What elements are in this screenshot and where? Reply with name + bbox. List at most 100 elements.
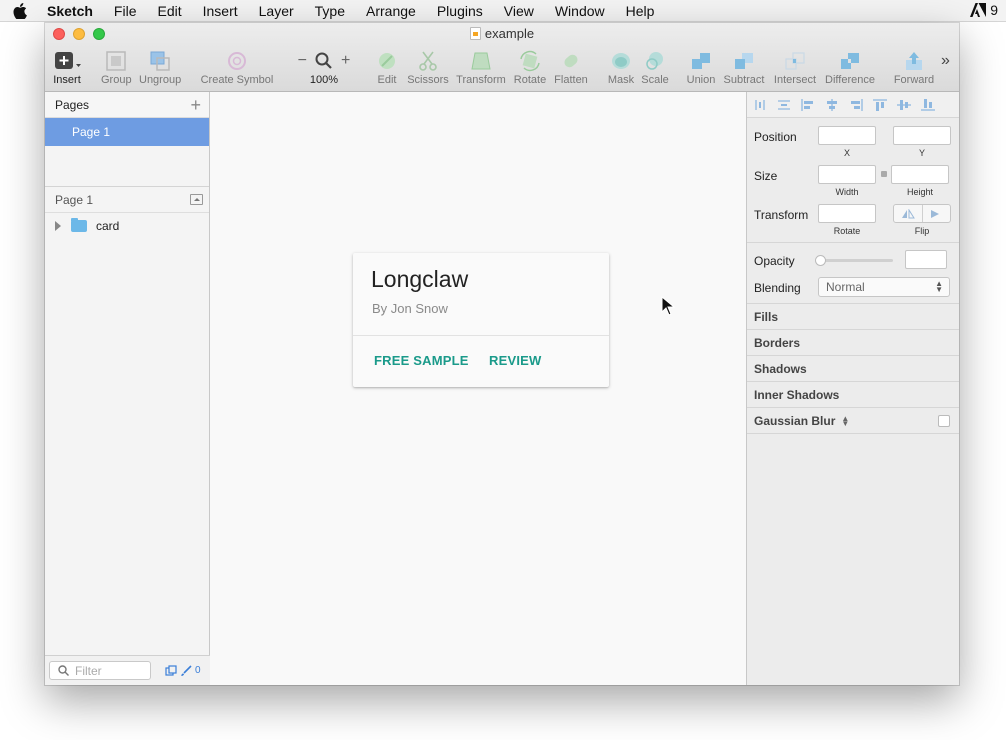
toolbar-overflow-icon[interactable]: » xyxy=(941,52,950,70)
status-count: 9 xyxy=(990,2,998,18)
zoom-level: 100% xyxy=(309,74,339,86)
distribute-vertical-icon[interactable] xyxy=(777,99,791,111)
intersect-button[interactable]: Intersect xyxy=(773,50,817,86)
borders-section[interactable]: Borders xyxy=(747,330,959,356)
collapse-layers-icon[interactable] xyxy=(190,194,203,205)
scissors-icon xyxy=(406,50,450,72)
inner-shadows-section[interactable]: Inner Shadows xyxy=(747,382,959,408)
height-label: Height xyxy=(906,187,933,197)
transform-label: Transform xyxy=(754,208,809,222)
rotate-field[interactable] xyxy=(818,204,876,223)
blending-select[interactable]: Normal ▲ ▼ xyxy=(818,277,950,297)
align-middle-icon[interactable] xyxy=(897,99,911,111)
layer-label: card xyxy=(96,219,120,233)
edit-button[interactable]: Edit xyxy=(374,50,400,86)
ungroup-button[interactable]: Ungroup xyxy=(139,50,181,86)
free-sample-button[interactable]: FREE SAMPLE xyxy=(374,353,469,368)
width-field[interactable] xyxy=(818,165,876,184)
filter-input[interactable]: Filter xyxy=(49,661,151,680)
edit-label: Edit xyxy=(377,74,397,86)
gaussian-blur-checkbox[interactable] xyxy=(938,415,950,427)
size-label: Size xyxy=(754,169,778,183)
page-item-page-1[interactable]: Page 1 xyxy=(45,118,209,146)
align-bottom-icon[interactable] xyxy=(921,98,935,111)
adobe-icon[interactable] xyxy=(970,3,987,17)
layers-footer: Filter 0 xyxy=(45,655,210,685)
apple-logo-icon[interactable] xyxy=(13,2,31,19)
menu-window[interactable]: Window xyxy=(555,3,605,19)
flip-vertical-icon[interactable] xyxy=(921,205,951,222)
align-left-icon[interactable] xyxy=(801,98,815,111)
add-page-icon[interactable]: + xyxy=(190,96,201,114)
menu-insert[interactable]: Insert xyxy=(203,3,238,19)
menu-arrange[interactable]: Arrange xyxy=(366,3,416,19)
menu-help[interactable]: Help xyxy=(626,3,655,19)
menu-view[interactable]: View xyxy=(504,3,534,19)
sketch-window: example Insert Group Ungroup Create Symb… xyxy=(45,23,959,685)
subtract-button[interactable]: Subtract xyxy=(722,50,766,86)
align-center-icon[interactable] xyxy=(825,98,839,111)
zoom-magnifier-icon[interactable] xyxy=(315,52,333,70)
menu-plugins[interactable]: Plugins xyxy=(437,3,483,19)
insert-plus-icon xyxy=(52,50,82,72)
title-toolbar: example Insert Group Ungroup Create Symb… xyxy=(45,23,959,92)
align-top-icon[interactable] xyxy=(873,98,887,111)
menu-type[interactable]: Type xyxy=(315,3,345,19)
lock-icon[interactable] xyxy=(881,171,887,177)
zoom-out-icon[interactable]: − xyxy=(298,52,307,70)
menu-edit[interactable]: Edit xyxy=(157,3,181,19)
opacity-field[interactable] xyxy=(905,250,947,269)
transform-icon xyxy=(455,50,507,72)
distribute-horizontal-icon[interactable] xyxy=(753,99,767,111)
menu-app-sketch[interactable]: Sketch xyxy=(47,3,93,19)
height-field[interactable] xyxy=(891,165,949,184)
layer-row-card[interactable]: card xyxy=(45,213,209,239)
size-row: Size Width Height xyxy=(754,165,951,197)
intersect-label: Intersect xyxy=(773,74,817,86)
artboard-canvas[interactable]: Longclaw By Jon Snow FREE SAMPLE REVIEW xyxy=(210,92,747,685)
mask-button[interactable]: Mask xyxy=(606,50,636,86)
transform-row: Transform Rotate Flip xyxy=(754,204,951,236)
forward-button[interactable]: Forward xyxy=(893,50,935,86)
scissors-button[interactable]: Scissors xyxy=(406,50,450,86)
scale-label: Scale xyxy=(641,74,669,86)
transform-button[interactable]: Transform xyxy=(455,50,507,86)
zoom-in-icon[interactable]: + xyxy=(341,52,350,70)
insert-button[interactable]: Insert xyxy=(52,50,82,86)
position-row: Position X Y xyxy=(754,126,951,158)
align-right-icon[interactable] xyxy=(849,98,863,111)
filter-placeholder: Filter xyxy=(75,663,102,678)
gaussian-blur-section[interactable]: Gaussian Blur ▲ ▼ xyxy=(747,408,959,434)
group-button[interactable]: Group xyxy=(101,50,132,86)
card[interactable]: Longclaw By Jon Snow FREE SAMPLE REVIEW xyxy=(353,253,609,387)
position-x-field[interactable] xyxy=(818,126,876,145)
flatten-icon xyxy=(552,50,590,72)
symbol-icon xyxy=(200,50,274,72)
symbols-filter-icon[interactable] xyxy=(165,664,177,677)
union-button[interactable]: Union xyxy=(686,50,716,86)
position-y-label: Y xyxy=(918,148,925,158)
blur-type-chevron-icon[interactable]: ▲ ▼ xyxy=(841,414,849,427)
rotate-button[interactable]: Rotate xyxy=(512,50,548,86)
opacity-slider-knob[interactable] xyxy=(815,255,826,266)
geometry-section: Position X Y Size Width Height Transform… xyxy=(747,118,959,243)
rotate-icon xyxy=(512,50,548,72)
brush-filter-icon[interactable] xyxy=(180,664,192,677)
opacity-slider[interactable] xyxy=(815,255,893,266)
flip-horizontal-icon[interactable] xyxy=(894,205,922,222)
flatten-button[interactable]: Flatten xyxy=(552,50,590,86)
disclosure-triangle-icon[interactable] xyxy=(55,221,61,231)
union-icon xyxy=(686,50,716,72)
shadows-section[interactable]: Shadows xyxy=(747,356,959,382)
review-button[interactable]: REVIEW xyxy=(489,353,541,368)
fills-section[interactable]: Fills xyxy=(747,304,959,330)
position-y-field[interactable] xyxy=(893,126,951,145)
difference-button[interactable]: Difference xyxy=(823,50,877,86)
menu-layer[interactable]: Layer xyxy=(259,3,294,19)
menu-bar: Sketch File Edit Insert Layer Type Arran… xyxy=(0,0,1006,22)
scale-button[interactable]: Scale xyxy=(640,50,670,86)
ungroup-label: Ungroup xyxy=(139,74,182,86)
union-label: Union xyxy=(686,74,716,86)
menu-file[interactable]: File xyxy=(114,3,137,19)
create-symbol-button[interactable]: Create Symbol xyxy=(200,50,274,86)
